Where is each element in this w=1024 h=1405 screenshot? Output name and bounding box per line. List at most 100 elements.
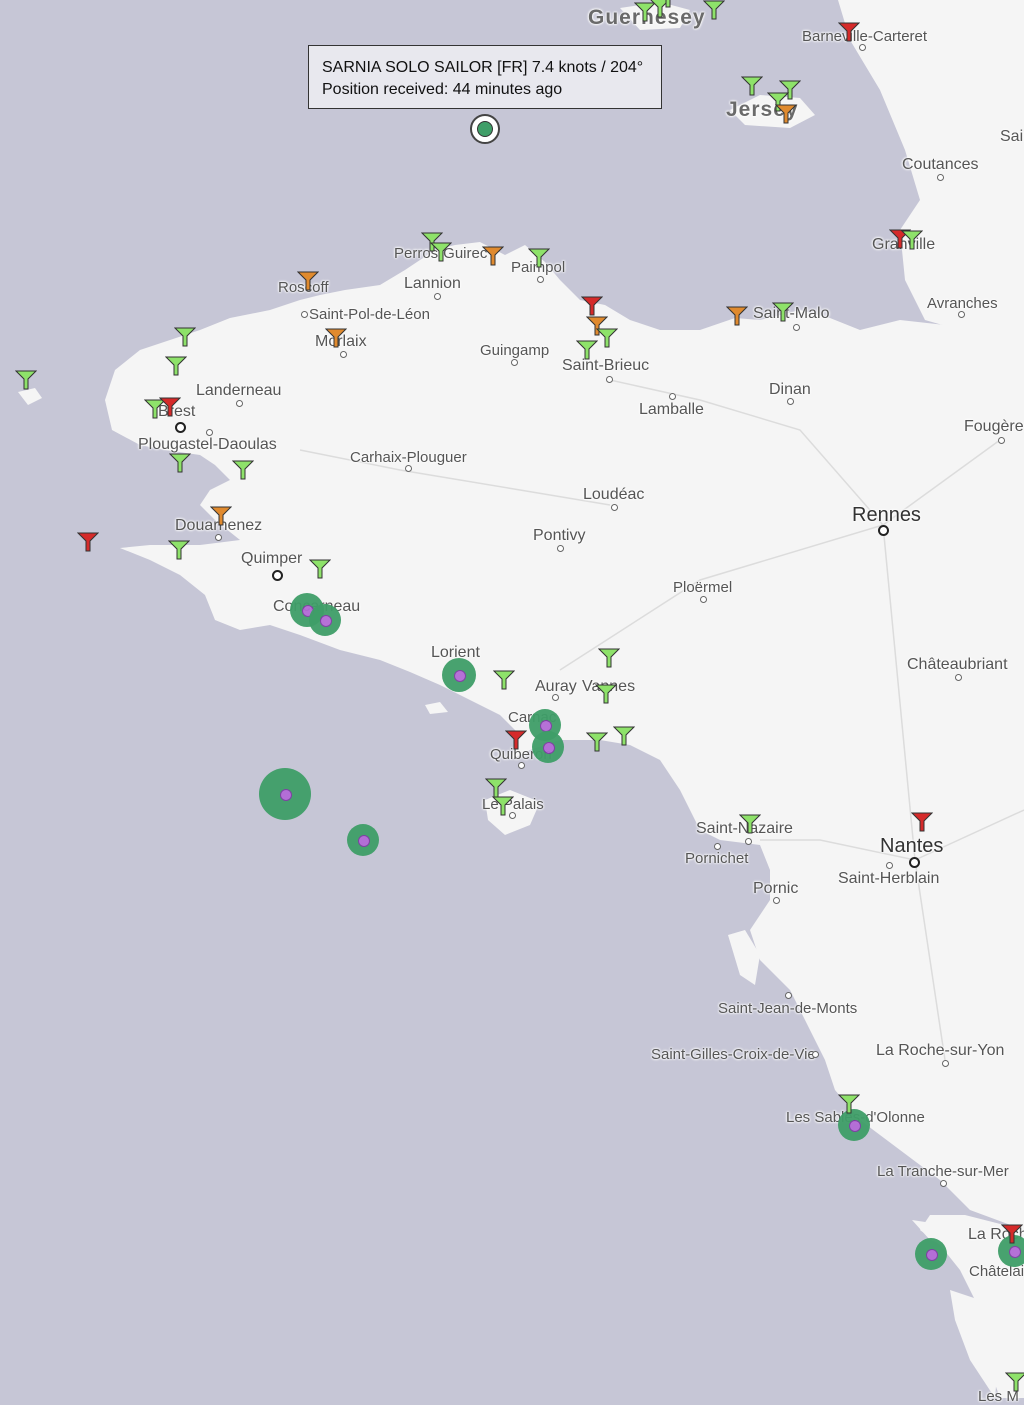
place-label-stherblain: Saint-Herblain	[838, 870, 940, 887]
funnel-marker-icon[interactable]	[491, 796, 515, 816]
funnel-marker-icon[interactable]	[429, 242, 453, 262]
funnel-marker-icon[interactable]	[173, 327, 197, 347]
place-dot	[714, 843, 721, 850]
place-label-chateaubriant: Châteaubriant	[907, 656, 1008, 673]
funnel-marker-icon[interactable]	[597, 648, 621, 668]
funnel-marker-icon[interactable]	[231, 460, 255, 480]
place-dot	[773, 897, 780, 904]
funnel-marker-icon[interactable]	[296, 271, 320, 291]
tooltip-boat-info: SARNIA SOLO SAILOR [FR] 7.4 knots / 204°	[322, 59, 644, 76]
funnel-marker-icon[interactable]	[492, 670, 516, 690]
place-label-barneville: Barneville-Carteret	[802, 28, 928, 45]
funnel-marker-icon[interactable]	[702, 0, 726, 20]
boat-core-icon	[358, 835, 370, 847]
funnel-marker-icon[interactable]	[774, 104, 798, 124]
boat-core-icon	[849, 1120, 861, 1132]
place-label-nantes: Nantes	[880, 835, 944, 857]
funnel-marker-icon[interactable]	[324, 328, 348, 348]
funnel-marker-icon[interactable]	[594, 684, 618, 704]
funnel-marker-icon[interactable]	[481, 246, 505, 266]
boat-marker[interactable]	[347, 824, 379, 856]
place-dot	[340, 351, 347, 358]
place-dot	[611, 504, 618, 511]
funnel-marker-icon[interactable]	[580, 296, 604, 316]
boat-core-icon	[1009, 1246, 1021, 1258]
place-dot	[215, 534, 222, 541]
funnel-marker-icon[interactable]	[158, 397, 182, 417]
funnel-marker-icon[interactable]	[725, 306, 749, 326]
boat-core-icon	[454, 670, 466, 682]
boat-core-icon	[926, 1249, 938, 1261]
place-label-loudeac: Loudéac	[583, 486, 645, 503]
place-label-fougeres: Fougères	[964, 418, 1024, 435]
tooltip-position-age: Position received: 44 minutes ago	[322, 81, 563, 98]
boat-marker[interactable]	[442, 658, 476, 692]
funnel-marker-icon[interactable]	[504, 730, 528, 750]
funnel-marker-icon[interactable]	[738, 814, 762, 834]
boat-core-icon	[543, 742, 555, 754]
place-label-guingamp: Guingamp	[480, 342, 550, 359]
place-dot	[878, 525, 889, 536]
boat-marker[interactable]	[309, 604, 341, 636]
place-dot	[537, 276, 544, 283]
funnel-marker-icon[interactable]	[657, 0, 679, 8]
place-dot	[557, 545, 564, 552]
selected-boat-marker[interactable]	[470, 114, 500, 144]
boat-marker[interactable]	[532, 731, 564, 763]
funnel-marker-icon[interactable]	[164, 356, 188, 376]
place-label-lamballe: Lamballe	[639, 401, 704, 418]
funnel-marker-icon[interactable]	[837, 1094, 861, 1114]
place-label-larochesuryon: La Roche-sur-Yon	[876, 1042, 1005, 1059]
place-dot	[272, 570, 283, 581]
place-dot	[175, 422, 186, 433]
funnel-marker-icon[interactable]	[910, 812, 934, 832]
place-dot	[998, 437, 1005, 444]
funnel-marker-icon[interactable]	[167, 540, 191, 560]
funnel-marker-icon[interactable]	[209, 506, 233, 526]
place-dot	[301, 311, 308, 318]
place-dot	[859, 44, 866, 51]
place-label-lannion: Lannion	[404, 275, 461, 292]
boat-marker[interactable]	[915, 1238, 947, 1270]
funnel-marker-icon[interactable]	[14, 370, 38, 390]
place-dot	[942, 1060, 949, 1067]
place-label-pornic: Pornic	[753, 880, 799, 897]
funnel-marker-icon[interactable]	[484, 778, 508, 798]
funnel-marker-icon[interactable]	[740, 76, 764, 96]
funnel-marker-icon[interactable]	[308, 559, 332, 579]
place-label-landerneau: Landerneau	[196, 382, 282, 399]
funnel-marker-icon[interactable]	[612, 726, 636, 746]
place-dot	[700, 596, 707, 603]
funnel-marker-icon[interactable]	[900, 230, 924, 250]
place-label-carhaix: Carhaix-Plouguer	[350, 449, 467, 466]
place-dot	[405, 465, 412, 472]
funnel-marker-icon[interactable]	[527, 248, 551, 268]
place-dot	[552, 694, 559, 701]
funnel-marker-icon[interactable]	[168, 453, 192, 473]
funnel-marker-icon[interactable]	[76, 532, 100, 552]
place-dot	[787, 398, 794, 405]
funnel-marker-icon[interactable]	[1004, 1372, 1024, 1392]
place-dot	[785, 992, 792, 999]
place-label-sai: Saint-Lô	[1000, 128, 1024, 145]
funnel-marker-icon[interactable]	[595, 328, 619, 348]
place-dot	[940, 1180, 947, 1187]
funnel-marker-icon[interactable]	[771, 302, 795, 322]
place-label-stgilles: Saint-Gilles-Croix-de-Vie	[651, 1046, 816, 1063]
map-canvas[interactable]	[0, 0, 1024, 1398]
place-dot	[206, 429, 213, 436]
place-label-stpol: Saint-Pol-de-Léon	[309, 306, 430, 323]
funnel-marker-icon[interactable]	[585, 732, 609, 752]
place-dot	[886, 862, 893, 869]
boat-tooltip: SARNIA SOLO SAILOR [FR] 7.4 knots / 204°…	[308, 45, 662, 109]
funnel-marker-icon[interactable]	[837, 22, 861, 42]
funnel-marker-icon[interactable]	[575, 340, 599, 360]
place-dot	[909, 857, 920, 868]
place-dot	[434, 293, 441, 300]
place-label-coutances: Coutances	[902, 156, 979, 173]
place-label-quimper: Quimper	[241, 550, 303, 567]
funnel-marker-icon[interactable]	[1000, 1224, 1024, 1244]
place-dot	[793, 324, 800, 331]
place-label-pornichet: Pornichet	[685, 850, 749, 867]
boat-marker[interactable]	[259, 768, 311, 820]
